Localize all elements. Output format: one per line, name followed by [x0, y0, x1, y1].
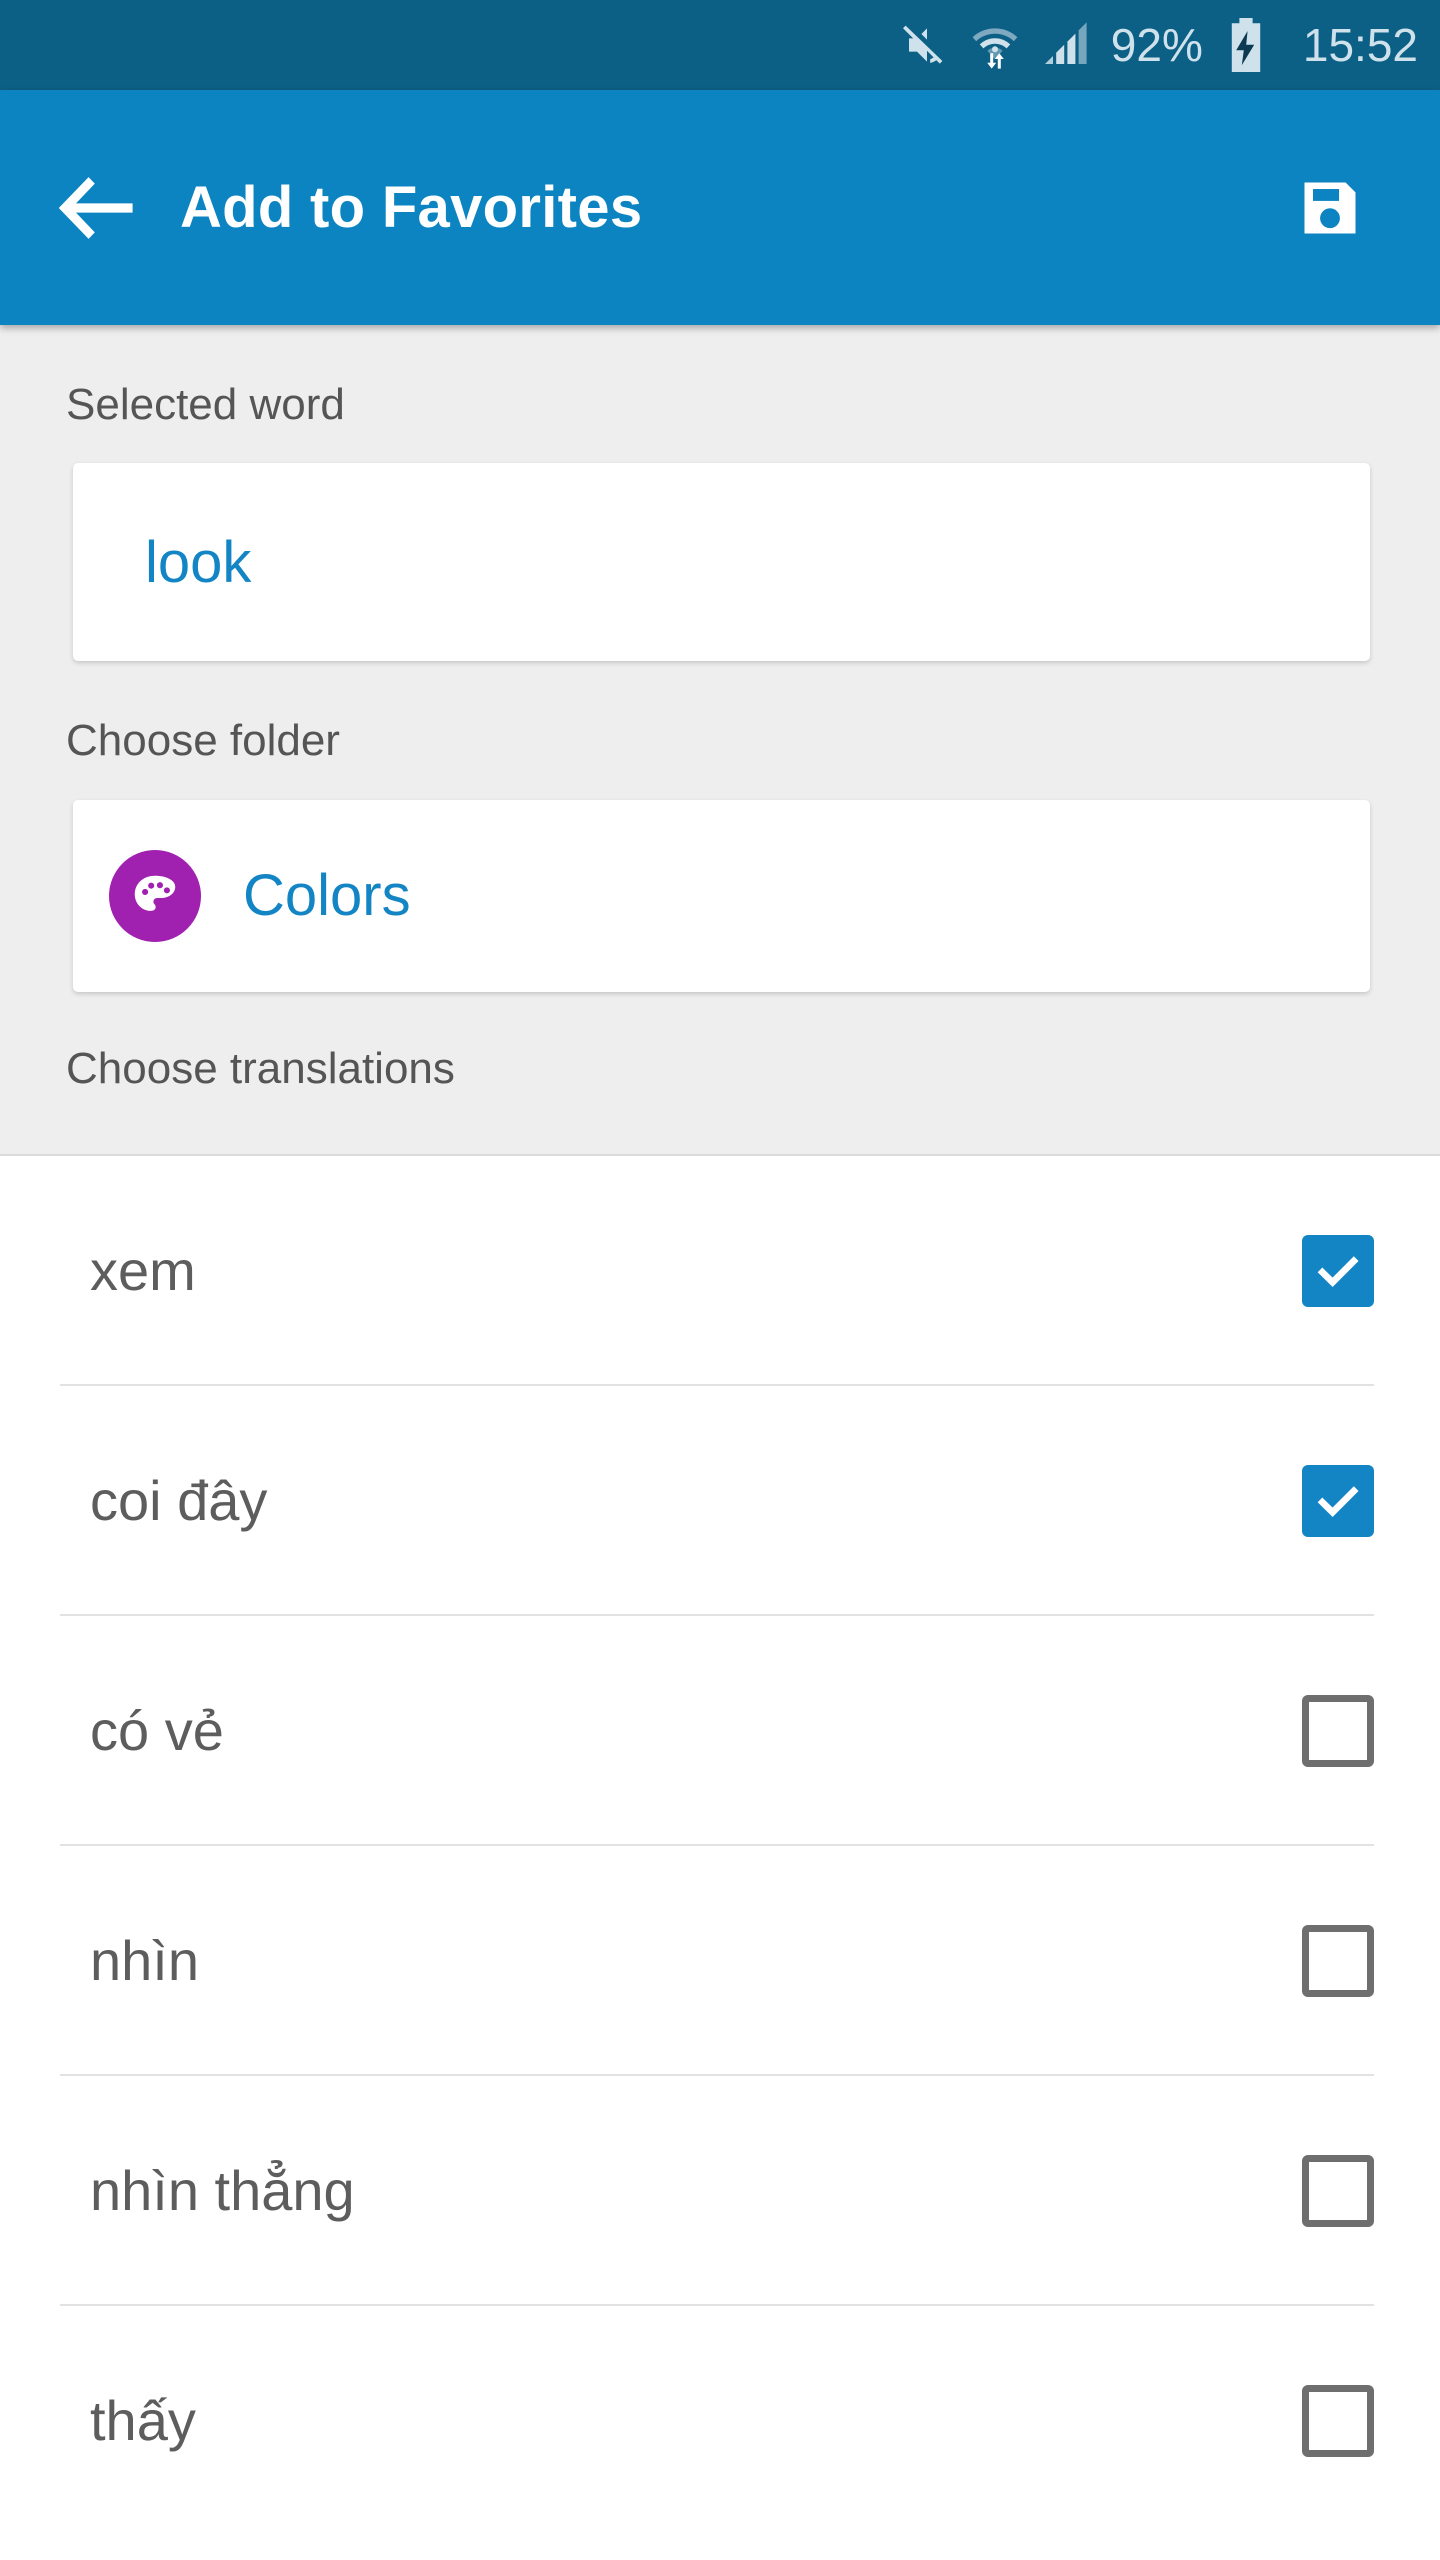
translation-label: có vẻ [90, 1699, 224, 1763]
translation-label: nhìn thẳng [90, 2159, 355, 2223]
save-button[interactable] [1280, 158, 1380, 258]
translation-label: xem [90, 1239, 196, 1303]
form-section: Selected word look Choose folder Colors … [0, 325, 1440, 1156]
table-row[interactable]: thấy [0, 2306, 1440, 2536]
table-row[interactable]: nhìn [0, 1846, 1440, 2076]
choose-translations-label: Choose translations [66, 1043, 455, 1093]
translations-list: xem coi đây có vẻ nhìn nhìn thẳng thấy [0, 1155, 1440, 2536]
battery-charging-icon [1227, 18, 1265, 72]
clock-label: 15:52 [1302, 19, 1418, 71]
table-row[interactable]: có vẻ [0, 1616, 1440, 1846]
translation-checkbox[interactable] [1302, 1924, 1374, 1997]
folder-avatar [109, 849, 201, 942]
translation-label: coi đây [90, 1469, 268, 1533]
check-icon [1317, 1486, 1359, 1517]
folder-name-label: Colors [243, 863, 411, 929]
translation-checkbox[interactable] [1302, 2154, 1374, 2227]
page-title: Add to Favorites [180, 175, 643, 240]
selected-word-field[interactable]: look [73, 463, 1370, 662]
translation-label: thấy [90, 2389, 196, 2453]
app-bar: Add to Favorites [0, 90, 1440, 325]
status-bar-icons: 92% 15:52 [899, 18, 1418, 72]
choose-folder-label: Choose folder [66, 716, 340, 766]
translation-checkbox[interactable] [1302, 1694, 1374, 1767]
table-row[interactable]: coi đây [0, 1386, 1440, 1616]
selected-word-label: Selected word [66, 380, 345, 429]
selected-word-value: look [145, 529, 252, 595]
signal-icon [1043, 21, 1089, 69]
save-floppy-icon [1304, 182, 1356, 233]
mute-icon [899, 21, 947, 69]
back-button[interactable] [48, 160, 144, 256]
arrow-left-icon [59, 176, 133, 239]
battery-percent-label: 92% [1110, 19, 1203, 71]
translation-checkbox[interactable] [1302, 1234, 1374, 1307]
table-row[interactable]: xem [0, 1156, 1440, 1386]
translation-checkbox[interactable] [1302, 1464, 1374, 1537]
palette-icon [134, 875, 176, 911]
folder-selector[interactable]: Colors [73, 799, 1370, 992]
translation-checkbox[interactable] [1302, 2384, 1374, 2457]
status-bar: 92% 15:52 [0, 0, 1440, 90]
table-row[interactable]: nhìn thẳng [0, 2076, 1440, 2306]
check-icon [1317, 1256, 1359, 1287]
translation-label: nhìn [90, 1929, 199, 1993]
wifi-icon [969, 20, 1021, 70]
